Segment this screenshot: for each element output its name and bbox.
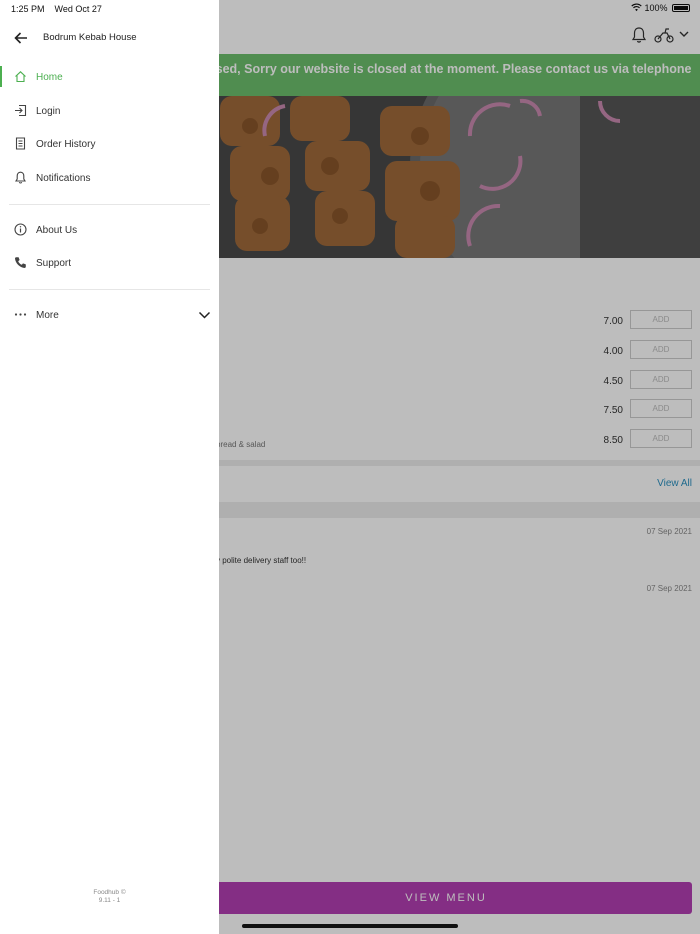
status-bar-left: 1:25 PM Wed Oct 27 bbox=[11, 4, 102, 14]
app-version: 9.11 - 1 bbox=[98, 897, 121, 904]
drawer-divider bbox=[9, 204, 210, 205]
drawer-header: Bodrum Kebab House bbox=[0, 26, 219, 52]
drawer-item-home[interactable]: Home bbox=[0, 63, 219, 91]
info-icon bbox=[14, 223, 27, 236]
drawer-item-notifications[interactable]: Notifications bbox=[0, 164, 219, 192]
active-indicator bbox=[0, 66, 2, 87]
back-arrow-icon[interactable] bbox=[14, 31, 28, 45]
navigation-drawer: 1:25 PM Wed Oct 27 Bodrum Kebab House Hom… bbox=[0, 0, 219, 934]
more-dots-icon bbox=[14, 313, 27, 316]
home-icon bbox=[15, 71, 26, 83]
drawer-divider bbox=[9, 289, 210, 290]
drawer-item-login[interactable]: Login bbox=[0, 97, 219, 125]
app-brand: Foodhub © bbox=[93, 889, 126, 896]
drawer-item-label: Login bbox=[36, 106, 61, 117]
home-indicator bbox=[242, 924, 458, 928]
drawer-item-label: More bbox=[36, 310, 59, 321]
drawer-item-label: Home bbox=[36, 72, 63, 83]
restaurant-name: Bodrum Kebab House bbox=[43, 32, 137, 43]
bell-icon bbox=[15, 171, 26, 184]
drawer-item-label: Notifications bbox=[36, 173, 91, 184]
drawer-item-label: Order History bbox=[36, 139, 96, 150]
drawer-item-support[interactable]: Support bbox=[0, 249, 219, 277]
chevron-down-icon[interactable] bbox=[198, 309, 211, 321]
drawer-item-about-us[interactable]: About Us bbox=[0, 216, 219, 244]
drawer-item-label: Support bbox=[36, 258, 72, 269]
drawer-footer: Foodhub © 9.11 - 1 bbox=[0, 889, 219, 905]
login-icon bbox=[15, 104, 27, 117]
status-time: 1:25 PM bbox=[11, 4, 45, 14]
drawer-item-label: About Us bbox=[36, 225, 78, 236]
status-date: Wed Oct 27 bbox=[54, 4, 102, 14]
drawer-item-more[interactable]: More bbox=[0, 301, 219, 329]
drawer-item-order-history[interactable]: Order History bbox=[0, 130, 219, 158]
receipt-icon bbox=[15, 137, 26, 150]
phone-icon bbox=[15, 257, 26, 268]
